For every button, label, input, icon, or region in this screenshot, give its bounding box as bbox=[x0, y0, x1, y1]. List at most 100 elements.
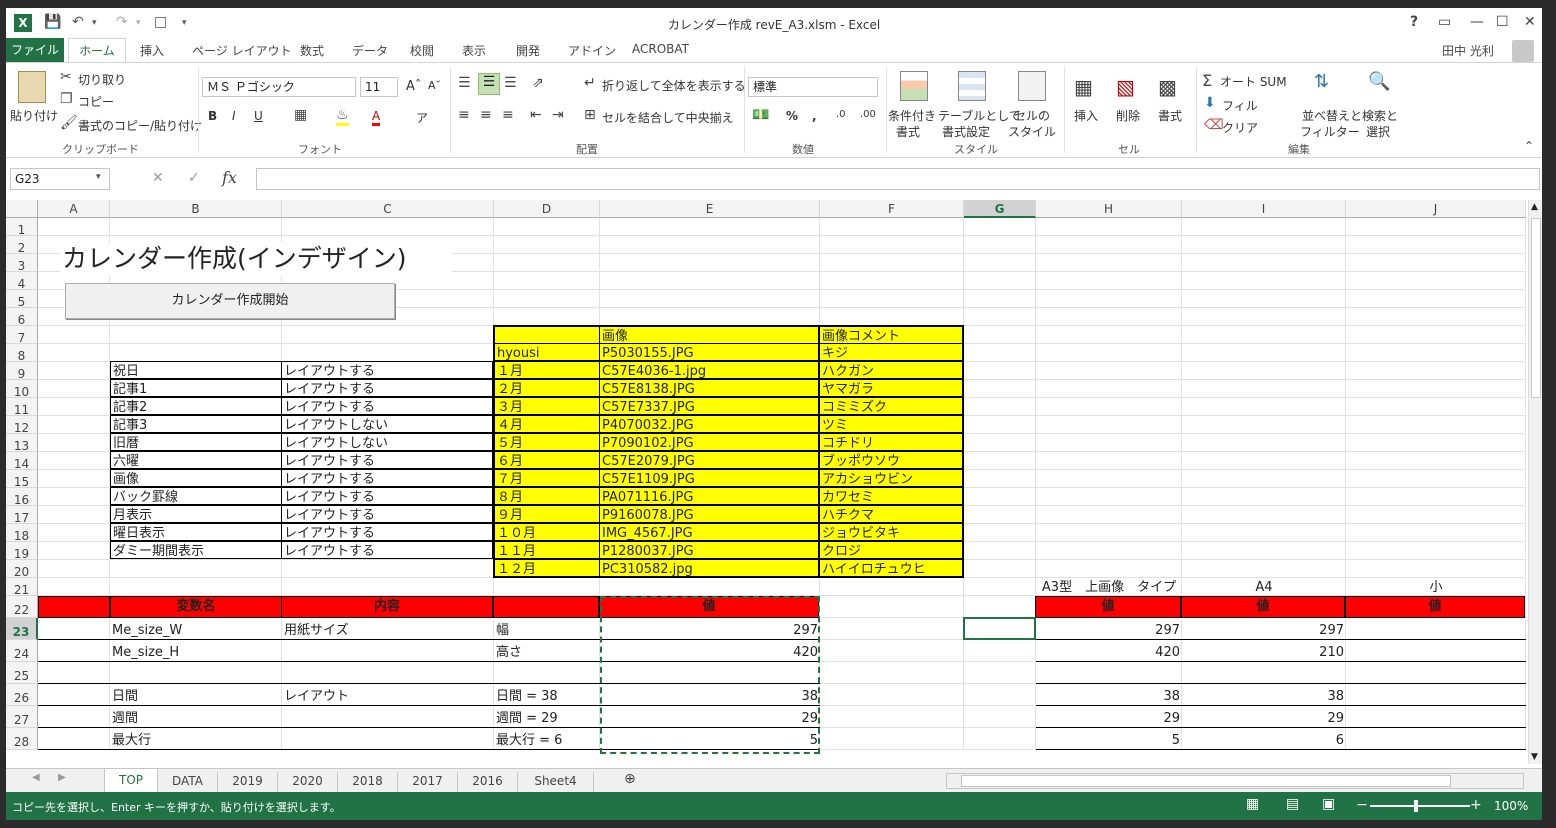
var-name[interactable]: Me_size_W bbox=[110, 618, 282, 640]
row-header-3[interactable]: 3 bbox=[6, 254, 38, 273]
image-table-comment[interactable]: カワセミ bbox=[819, 487, 963, 505]
h21-label[interactable]: A3型 上画像 タイプ bbox=[1036, 578, 1182, 596]
image-table-month[interactable]: １２月 bbox=[494, 559, 600, 577]
row-header-7[interactable]: 7 bbox=[6, 326, 38, 345]
row-header-19[interactable]: 19 bbox=[6, 542, 38, 561]
next-sheet-icon[interactable]: ▶ bbox=[58, 772, 66, 783]
start-calendar-button[interactable]: カレンダー作成開始 bbox=[65, 283, 395, 319]
avatar[interactable] bbox=[1512, 40, 1534, 62]
var-label[interactable]: 週間 = 29 bbox=[494, 706, 600, 728]
maximize-button[interactable]: ☐ bbox=[1496, 14, 1509, 30]
image-table-comment[interactable]: アカショウビン bbox=[819, 469, 963, 487]
wrap-text-button[interactable]: 折り返して全体を表示する bbox=[602, 77, 746, 94]
image-table-month[interactable]: １０月 bbox=[494, 523, 600, 541]
option-name[interactable]: 記事3 bbox=[110, 415, 282, 433]
image-table-month[interactable]: hyousi bbox=[494, 343, 600, 361]
image-table-month[interactable]: ９月 bbox=[494, 505, 600, 523]
insert-cells-button[interactable]: 挿入 bbox=[1074, 107, 1098, 124]
zoom-level[interactable]: 100% bbox=[1494, 799, 1528, 813]
var-label[interactable]: 日間 = 38 bbox=[494, 684, 600, 706]
image-table-file[interactable]: P9160078.JPG bbox=[599, 505, 819, 523]
image-table-comment[interactable]: ジョウビタキ bbox=[819, 523, 963, 541]
underline-icon[interactable]: U bbox=[254, 109, 263, 123]
tab-file[interactable]: ファイル bbox=[6, 38, 64, 62]
vertical-scroll-thumb[interactable] bbox=[1531, 218, 1541, 398]
var-header-content[interactable]: 内容 bbox=[281, 596, 493, 618]
row-header-15[interactable]: 15 bbox=[6, 470, 38, 489]
var-content[interactable] bbox=[282, 706, 494, 728]
delete-cells-button[interactable]: 削除 bbox=[1116, 107, 1140, 124]
image-table-comment[interactable]: キジ bbox=[819, 343, 963, 361]
image-table-file[interactable]: P4070032.JPG bbox=[599, 415, 819, 433]
row-header-14[interactable]: 14 bbox=[6, 452, 38, 471]
tab-insert[interactable]: 挿入 bbox=[140, 42, 164, 59]
row-header-2[interactable]: 2 bbox=[6, 236, 38, 255]
row-header-23[interactable]: 23 bbox=[6, 618, 38, 640]
horizontal-scroll-thumb[interactable] bbox=[961, 775, 1451, 787]
image-table-file[interactable]: P1280037.JPG bbox=[599, 541, 819, 559]
value-a4[interactable]: 210 bbox=[1182, 640, 1346, 662]
var-value[interactable]: 297 bbox=[600, 618, 820, 640]
image-table-month[interactable]: ２月 bbox=[494, 379, 600, 397]
var-label[interactable]: 最大行 = 6 bbox=[494, 728, 600, 750]
option-name[interactable]: ダミー期間表示 bbox=[110, 541, 282, 559]
sheet-tab-2018[interactable]: 2018 bbox=[338, 772, 398, 792]
var-header-value[interactable]: 値 bbox=[599, 596, 819, 618]
row-header-21[interactable]: 21 bbox=[6, 578, 38, 597]
option-value[interactable]: レイアウトする bbox=[281, 505, 493, 523]
clear-button[interactable]: クリア bbox=[1222, 119, 1258, 136]
align-bottom-icon[interactable]: ☰ bbox=[504, 75, 517, 91]
align-top-icon[interactable]: ☰ bbox=[458, 75, 471, 91]
row-header-12[interactable]: 12 bbox=[6, 416, 38, 435]
image-table-month[interactable]: ８月 bbox=[494, 487, 600, 505]
row-header-28[interactable]: 28 bbox=[6, 728, 38, 750]
var-content[interactable] bbox=[282, 640, 494, 662]
add-sheet-icon[interactable]: ⊕ bbox=[624, 771, 636, 787]
column-header-f[interactable]: F bbox=[820, 200, 964, 218]
tab-data[interactable]: データ bbox=[352, 42, 388, 59]
value-small[interactable] bbox=[1346, 706, 1526, 728]
image-table-comment[interactable]: コミミズク bbox=[819, 397, 963, 415]
row-header-17[interactable]: 17 bbox=[6, 506, 38, 525]
scroll-down-icon[interactable]: ▼ bbox=[1531, 752, 1538, 762]
option-value[interactable]: レイアウトする bbox=[281, 541, 493, 559]
image-table-file[interactable]: C57E1109.JPG bbox=[599, 469, 819, 487]
row-header-13[interactable]: 13 bbox=[6, 434, 38, 453]
option-value[interactable]: レイアウトする bbox=[281, 361, 493, 379]
select-all-corner[interactable] bbox=[6, 200, 38, 218]
cancel-entry-icon[interactable]: ✕ bbox=[152, 170, 164, 186]
sheet-tab-2017[interactable]: 2017 bbox=[398, 772, 458, 792]
option-name[interactable]: 祝日 bbox=[110, 361, 282, 379]
value-header[interactable]: 値 bbox=[1345, 596, 1525, 618]
phonetic-icon[interactable]: ア bbox=[416, 109, 428, 126]
column-header-j[interactable]: J bbox=[1346, 200, 1526, 218]
image-table-header-comment[interactable]: 画像コメント bbox=[819, 326, 963, 344]
percent-icon[interactable]: % bbox=[786, 109, 798, 123]
var-content[interactable] bbox=[282, 662, 494, 684]
column-header-i[interactable]: I bbox=[1182, 200, 1346, 218]
grow-font-icon[interactable]: Aˆ bbox=[406, 79, 421, 94]
var-value[interactable] bbox=[600, 662, 820, 684]
tab-view[interactable]: 表示 bbox=[462, 42, 486, 59]
option-name[interactable]: バック罫線 bbox=[110, 487, 282, 505]
image-table-file[interactable]: PC310582.jpg bbox=[599, 559, 819, 577]
merge-center-button[interactable]: セルを結合して中央揃え bbox=[602, 109, 734, 126]
image-table-month[interactable]: １月 bbox=[494, 361, 600, 379]
image-table-file[interactable]: PA071116.JPG bbox=[599, 487, 819, 505]
font-name-select[interactable]: ＭＳ Ｐゴシック bbox=[202, 77, 356, 97]
image-table-file[interactable]: IMG_4567.JPG bbox=[599, 523, 819, 541]
align-right-icon[interactable]: ≡ bbox=[502, 107, 514, 123]
row-header-22[interactable]: 22 bbox=[6, 596, 38, 618]
value-small[interactable] bbox=[1346, 728, 1526, 750]
font-size-select[interactable]: 11 bbox=[360, 77, 398, 97]
row-header-25[interactable]: 25 bbox=[6, 662, 38, 684]
var-label[interactable] bbox=[494, 662, 600, 684]
var-name[interactable]: Me_size_H bbox=[110, 640, 282, 662]
column-header-c[interactable]: C bbox=[282, 200, 494, 218]
row-header-24[interactable]: 24 bbox=[6, 640, 38, 662]
option-value[interactable]: レイアウトする bbox=[281, 379, 493, 397]
decrease-indent-icon[interactable]: ⇤ bbox=[530, 107, 542, 123]
autosum-button[interactable]: オート SUM bbox=[1220, 73, 1287, 90]
user-name[interactable]: 田中 光利 bbox=[1442, 42, 1494, 59]
align-middle-icon[interactable]: ☰ bbox=[478, 73, 500, 95]
